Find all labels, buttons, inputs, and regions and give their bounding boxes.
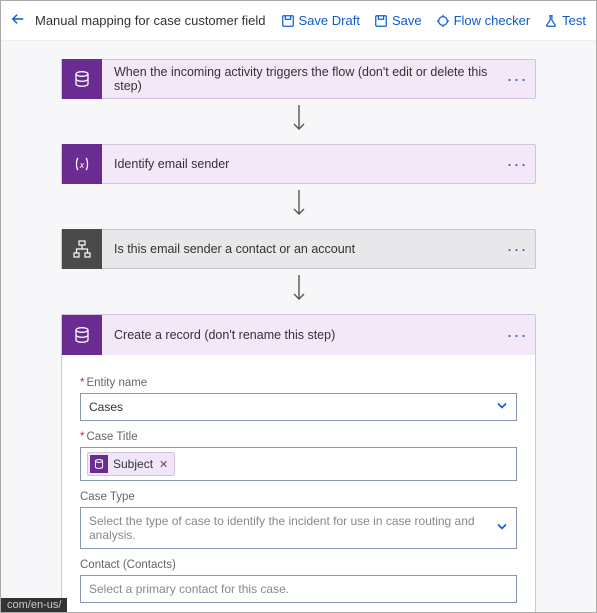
flow-checker-label: Flow checker — [454, 13, 531, 28]
app-header: Manual mapping for case customer field S… — [1, 1, 596, 41]
contact-label: Contact (Contacts) — [80, 559, 517, 571]
save-button[interactable]: Save — [374, 13, 422, 28]
step-condition[interactable]: Is this email sender a contact or an acc… — [61, 229, 536, 269]
contact-input[interactable]: Select a primary contact for this case. — [80, 575, 517, 603]
subject-token[interactable]: Subject ✕ — [87, 452, 175, 476]
case-type-label: Case Type — [80, 491, 517, 503]
save-draft-label: Save Draft — [299, 13, 360, 28]
back-icon[interactable] — [11, 12, 25, 29]
step-create-header[interactable]: Create a record (don't rename this step)… — [62, 315, 535, 355]
status-url-fragment: com/en-us/ — [1, 598, 67, 612]
arrow-icon — [61, 184, 536, 229]
test-button[interactable]: Test — [544, 13, 586, 28]
case-type-select[interactable]: Select the type of case to identify the … — [80, 507, 517, 549]
step-menu-icon[interactable]: ··· — [499, 69, 535, 90]
contact-placeholder: Select a primary contact for this case. — [89, 582, 289, 596]
step-menu-icon[interactable]: ··· — [499, 325, 535, 346]
entity-value: Cases — [89, 400, 123, 414]
case-title-label: *Case Title — [80, 431, 517, 443]
step-condition-title: Is this email sender a contact or an acc… — [102, 242, 499, 256]
variable-icon: x — [62, 144, 102, 184]
step-create-title: Create a record (don't rename this step) — [102, 328, 499, 342]
arrow-icon — [61, 99, 536, 144]
step-identify-title: Identify email sender — [102, 157, 499, 171]
step-menu-icon[interactable]: ··· — [499, 239, 535, 260]
step-trigger[interactable]: When the incoming activity triggers the … — [61, 59, 536, 99]
step-menu-icon[interactable]: ··· — [499, 154, 535, 175]
case-title-input[interactable]: Subject ✕ — [80, 447, 517, 481]
save-label: Save — [392, 13, 422, 28]
database-icon — [62, 315, 102, 355]
step-identify[interactable]: x Identify email sender ··· — [61, 144, 536, 184]
database-icon — [62, 59, 102, 99]
condition-icon — [62, 229, 102, 269]
entity-select[interactable]: Cases — [80, 393, 517, 421]
remove-token-icon[interactable]: ✕ — [159, 458, 168, 471]
svg-text:x: x — [79, 160, 85, 170]
flow-checker-button[interactable]: Flow checker — [436, 13, 531, 28]
arrow-icon — [61, 269, 536, 314]
save-draft-button[interactable]: Save Draft — [281, 13, 360, 28]
page-title: Manual mapping for case customer field — [35, 13, 281, 28]
entity-label: *Entity name — [80, 377, 517, 389]
step-create-card: Create a record (don't rename this step)… — [61, 314, 536, 612]
case-type-placeholder: Select the type of case to identify the … — [89, 514, 475, 542]
flow-canvas: When the incoming activity triggers the … — [1, 41, 596, 612]
database-icon — [90, 455, 108, 473]
chevron-down-icon — [496, 400, 508, 415]
step-trigger-title: When the incoming activity triggers the … — [102, 65, 499, 93]
subject-token-label: Subject — [113, 457, 153, 471]
create-form: *Entity name Cases *Case Title Subject ✕… — [62, 355, 535, 612]
chevron-down-icon — [496, 521, 508, 536]
header-actions: Save Draft Save Flow checker Test — [281, 13, 586, 28]
test-label: Test — [562, 13, 586, 28]
